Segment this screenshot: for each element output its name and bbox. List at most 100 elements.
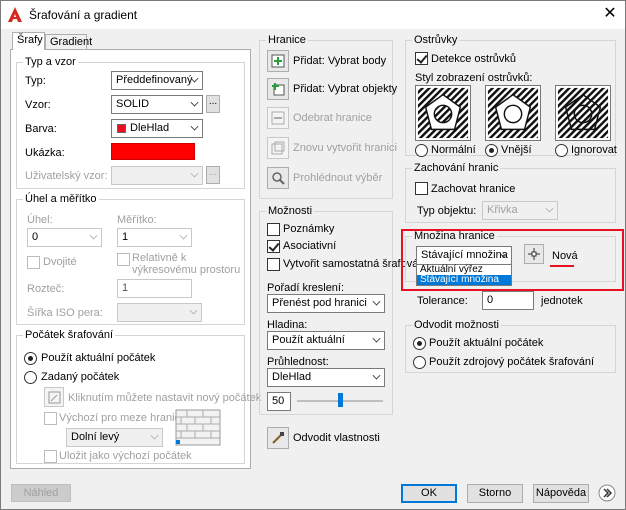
- island-normal-radio[interactable]: [415, 144, 428, 157]
- dvojite-checkbox[interactable]: [27, 256, 40, 269]
- odvodit-vlastnosti-button[interactable]: [267, 427, 289, 449]
- remove-boundary-icon: [271, 111, 285, 125]
- nova-annotation-underline: [550, 265, 574, 267]
- mnozina-dropdown-list: Aktuální výřez Stávající množina: [416, 264, 512, 286]
- group-odvodit-moznosti-title: Odvodit možnosti: [412, 319, 501, 331]
- pruhlednost-slider-thumb[interactable]: [338, 393, 343, 407]
- pridat-body-button[interactable]: [267, 50, 289, 72]
- poznamky-label: Poznámky: [283, 223, 335, 235]
- chevron-down-icon: [189, 306, 198, 315]
- typ-select[interactable]: Předdefinovaný: [111, 71, 203, 90]
- vychozi-mez-checkbox[interactable]: [44, 412, 57, 425]
- pruhlednost-value-field[interactable]: 50: [267, 392, 291, 411]
- napoveda-button[interactable]: Nápověda: [533, 484, 589, 503]
- dolni-levy-select[interactable]: Dolní levý: [66, 428, 163, 447]
- island-outer-radio[interactable]: [485, 144, 498, 157]
- typ-objektu-select[interactable]: Křivka: [482, 201, 558, 220]
- vzor-browse-button[interactable]: ...: [206, 95, 220, 113]
- chevron-down-icon: [179, 231, 188, 240]
- tab-gradient-label: Gradient: [50, 36, 93, 48]
- add-pick-points-icon: [271, 54, 285, 68]
- uzivatelsky-vzor-select[interactable]: [111, 166, 203, 185]
- odvodit-aktualni-radio[interactable]: [413, 337, 426, 350]
- hladina-select[interactable]: Použít aktuální: [267, 331, 385, 350]
- hladina-value: Použít aktuální: [272, 334, 345, 346]
- vzor-select[interactable]: SOLID: [111, 95, 203, 114]
- typ-objektu-value: Křivka: [487, 204, 518, 216]
- nova-label: Nová: [552, 250, 578, 262]
- vytvorit-samostatna-checkbox[interactable]: [267, 258, 280, 271]
- odvodit-zdrojovy-radio[interactable]: [413, 356, 426, 369]
- odvodit-zdrojovy-label: Použít zdrojový počátek šrafování: [429, 356, 595, 368]
- tab-gradient[interactable]: Gradient: [45, 34, 92, 50]
- pouzit-aktualni-radio[interactable]: [24, 352, 37, 365]
- island-outer-preview-icon[interactable]: [485, 85, 541, 141]
- chevron-down-icon: [89, 231, 98, 240]
- pattern-swatch[interactable]: [111, 143, 195, 160]
- prohlednout-vyber-label: Prohlédnout výběr: [293, 172, 383, 184]
- znovu-vytvorit-button[interactable]: [267, 137, 289, 159]
- zachovat-hranice-label: Zachovat hranice: [431, 183, 516, 195]
- expand-chevron-icon[interactable]: [598, 484, 616, 502]
- detekce-ostrovku-checkbox[interactable]: [415, 52, 428, 65]
- typ-objektu-label: Typ objektu:: [417, 205, 477, 217]
- island-ignore-preview-icon[interactable]: [555, 85, 611, 141]
- pruhlednost-select[interactable]: DleHlad: [267, 368, 385, 387]
- nahled-button[interactable]: Náhled: [11, 484, 71, 502]
- meritko-select-value: 1: [122, 231, 129, 243]
- odebrat-hranice-button[interactable]: [267, 107, 289, 129]
- asociativni-checkbox[interactable]: [267, 240, 280, 253]
- pruhlednost-label: Průhlednost:: [267, 356, 329, 368]
- chevron-down-icon: [150, 431, 159, 440]
- island-normal-preview-icon[interactable]: [415, 85, 471, 141]
- pridat-body-label: Přidat: Vybrat body: [293, 55, 387, 67]
- odvodit-aktualni-label: Použít aktuální počátek: [429, 337, 544, 349]
- poradi-kresleni-select[interactable]: Přenést pod hranici: [267, 294, 385, 313]
- color-swatch-icon: [117, 124, 126, 133]
- barva-select-value: DleHlad: [130, 122, 170, 134]
- mnozina-option-stavajici[interactable]: Stávající množina: [417, 275, 511, 285]
- set-origin-button[interactable]: [44, 387, 64, 407]
- tolerance-label: Tolerance:: [417, 295, 468, 307]
- chevron-down-icon: [190, 169, 199, 178]
- meritko-select[interactable]: 1: [117, 228, 192, 247]
- tab-srafy[interactable]: Šrafy: [12, 32, 45, 50]
- ulozit-vychozi-checkbox[interactable]: [44, 450, 57, 463]
- sirka-iso-pera-select[interactable]: [117, 303, 202, 322]
- odebrat-hranice-label: Odebrat hranice: [293, 112, 372, 124]
- styl-zobrazeni-label: Styl zobrazení ostrůvků:: [415, 72, 533, 84]
- ulozit-vychozi-label: Uložit jako výchozí počátek: [59, 450, 192, 462]
- window-title: Šrafování a gradient: [29, 8, 138, 22]
- island-ignore-radio[interactable]: [555, 144, 568, 157]
- prohlednout-vyber-button[interactable]: [267, 167, 289, 189]
- mnozina-select[interactable]: Stávající množina: [416, 246, 512, 265]
- relativne-label: Relativně k výkresovému prostoru: [132, 252, 241, 276]
- mnozina-select-value: Stávající množina: [421, 249, 508, 261]
- group-typ-a-vzor-title: Typ a vzor: [23, 56, 78, 68]
- pruhlednost-value: DleHlad: [272, 371, 312, 383]
- storno-button[interactable]: Storno: [467, 484, 523, 503]
- relativne-checkbox[interactable]: [117, 253, 130, 266]
- close-icon[interactable]: ✕: [599, 4, 621, 24]
- uzivatelsky-vzor-browse-button[interactable]: ...: [206, 166, 220, 184]
- poznamky-checkbox[interactable]: [267, 223, 280, 236]
- roztec-label: Rozteč:: [27, 283, 65, 295]
- detekce-ostrovku-label: Detekce ostrůvků: [431, 53, 516, 65]
- uhel-select-value: 0: [32, 231, 39, 243]
- uzivatelsky-vzor-label: Uživatelský vzor:: [25, 170, 108, 182]
- zadany-pocatek-radio[interactable]: [24, 371, 37, 384]
- pridat-objekty-button[interactable]: [267, 78, 289, 100]
- vychozi-mez-label: Výchozí pro meze hranice: [59, 412, 187, 424]
- roztec-field[interactable]: 1: [117, 279, 192, 298]
- tolerance-field[interactable]: 0: [482, 291, 534, 310]
- barva-select[interactable]: DleHlad: [111, 119, 203, 138]
- ok-button[interactable]: OK: [401, 484, 457, 503]
- add-select-objects-icon: [272, 83, 285, 96]
- group-hranice-title: Hranice: [266, 34, 308, 46]
- uhel-select[interactable]: 0: [27, 228, 102, 247]
- tolerance-unit: jednotek: [541, 295, 583, 307]
- zachovat-hranice-checkbox[interactable]: [415, 182, 428, 195]
- island-outer-label: Vnější: [501, 144, 532, 156]
- nova-mnozina-button[interactable]: [524, 244, 544, 264]
- hatch-dialog: Šrafování a gradient ✕ Šrafy Gradient Ty…: [0, 0, 626, 510]
